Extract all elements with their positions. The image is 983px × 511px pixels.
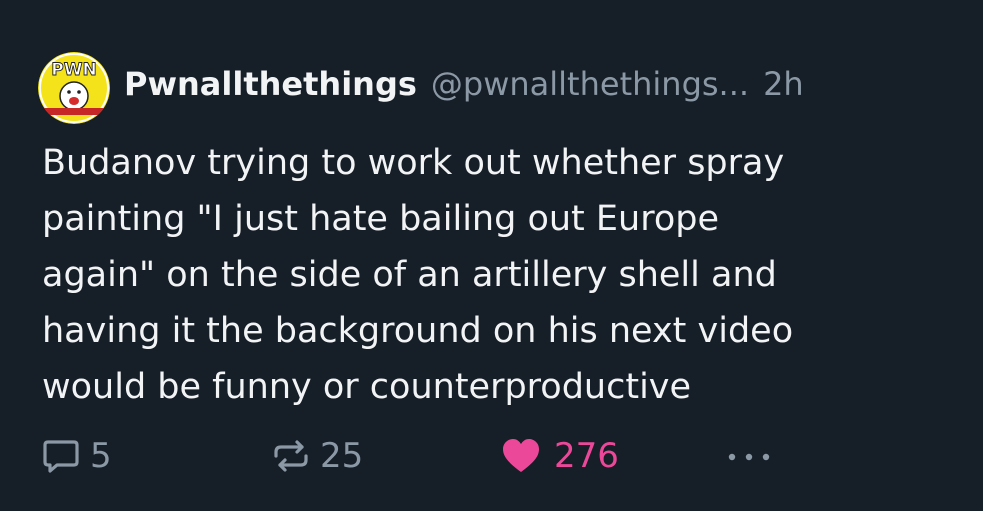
post-text: Budanov trying to work out whether spray…: [42, 143, 794, 407]
post-card[interactable]: PWN Pwnallthethings @pwnallthethings... …: [0, 0, 983, 511]
avatar-logo-text: PWN: [51, 60, 96, 80]
repost-count: 25: [320, 436, 364, 476]
like-count: 276: [554, 436, 619, 476]
avatar-image: PWN: [38, 52, 110, 124]
more-icon: [722, 435, 776, 477]
avatar[interactable]: PWN: [38, 52, 110, 124]
reply-icon: [40, 435, 82, 477]
reply-button[interactable]: 5: [40, 434, 112, 478]
heart-icon: [500, 435, 542, 477]
post-header: Pwnallthethings @pwnallthethings... 2h: [124, 52, 804, 116]
post-actions: 5 25 276: [40, 434, 940, 478]
reply-count: 5: [90, 436, 112, 476]
author-display-name[interactable]: Pwnallthethings: [124, 64, 417, 104]
author-handle[interactable]: @pwnallthethings...: [431, 64, 749, 104]
avatar-face: [59, 81, 89, 111]
more-options-button[interactable]: [722, 434, 776, 478]
repost-button[interactable]: 25: [270, 434, 363, 478]
like-button[interactable]: 276: [500, 434, 619, 478]
repost-icon: [270, 435, 312, 477]
post-timestamp[interactable]: 2h: [763, 64, 804, 104]
